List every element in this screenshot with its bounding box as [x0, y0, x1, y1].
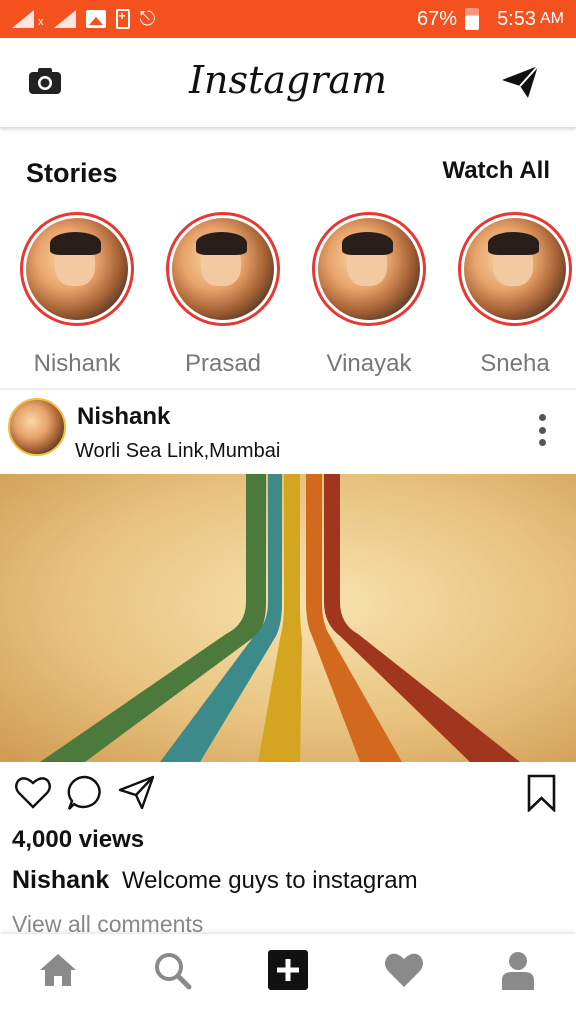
caption-text: Welcome guys to instagram	[121, 867, 418, 894]
story-name: Prasad	[184, 350, 262, 377]
post-location[interactable]: Worli Sea Link,Mumbai	[75, 440, 280, 463]
clock-time: 5:53	[497, 7, 536, 30]
direct-message-icon[interactable]	[500, 64, 540, 100]
post-image[interactable]	[0, 474, 576, 762]
battery-icon	[465, 8, 480, 30]
signal-icon	[53, 10, 76, 28]
story-item[interactable]: Sneha	[455, 212, 575, 378]
clock-ampm: AM	[540, 10, 564, 27]
story-item[interactable]: Vinayak	[309, 212, 429, 378]
profile-icon	[502, 952, 534, 990]
status-bar: x ⎋ 67% 5:53 AM	[0, 0, 576, 38]
story-avatar[interactable]	[458, 212, 572, 326]
nav-home[interactable]	[36, 948, 80, 992]
nav-add-post[interactable]	[266, 948, 310, 992]
app-bar: Instagram	[0, 38, 576, 128]
nav-profile[interactable]	[496, 948, 540, 992]
battery-saver-icon	[115, 9, 130, 29]
story-name: Vinayak	[326, 350, 412, 377]
home-icon	[40, 954, 76, 986]
more-options-icon[interactable]	[534, 414, 550, 446]
nav-activity[interactable]	[382, 948, 426, 992]
comment-icon[interactable]	[66, 774, 104, 812]
no-signal-icon: x	[38, 16, 44, 28]
story-avatar[interactable]	[312, 212, 426, 326]
stories-title: Stories	[26, 158, 118, 188]
like-heart-icon[interactable]	[14, 774, 52, 812]
story-avatar[interactable]	[20, 212, 134, 326]
post-views: 4,000 views	[12, 826, 145, 853]
bottom-nav	[0, 934, 576, 1024]
post-avatar[interactable]	[8, 398, 66, 456]
story-avatar[interactable]	[166, 212, 280, 326]
signal-icon	[12, 10, 34, 28]
battery-percent: 67%	[417, 7, 458, 30]
story-item[interactable]: Prasad	[163, 212, 283, 378]
watch-all-link[interactable]: Watch All	[442, 157, 550, 185]
story-item[interactable]: Nishank	[17, 212, 137, 378]
usb-icon: ⎋	[139, 7, 156, 30]
add-post-icon	[268, 950, 308, 990]
retro-stripes-image	[40, 474, 520, 762]
divider	[0, 388, 576, 390]
story-name: Nishank	[33, 350, 121, 377]
app-logo: Instagram	[188, 58, 388, 102]
bookmark-icon[interactable]	[524, 774, 562, 812]
post-username[interactable]: Nishank	[77, 403, 170, 431]
caption-username[interactable]: Nishank	[12, 866, 109, 894]
post-caption: Nishank Welcome guys to instagram	[12, 866, 418, 895]
image-notification-icon	[85, 10, 106, 28]
story-name: Sneha	[480, 350, 550, 377]
heart-icon	[385, 953, 423, 987]
search-icon	[155, 953, 192, 990]
nav-search[interactable]	[150, 948, 194, 992]
share-icon[interactable]	[118, 774, 156, 812]
